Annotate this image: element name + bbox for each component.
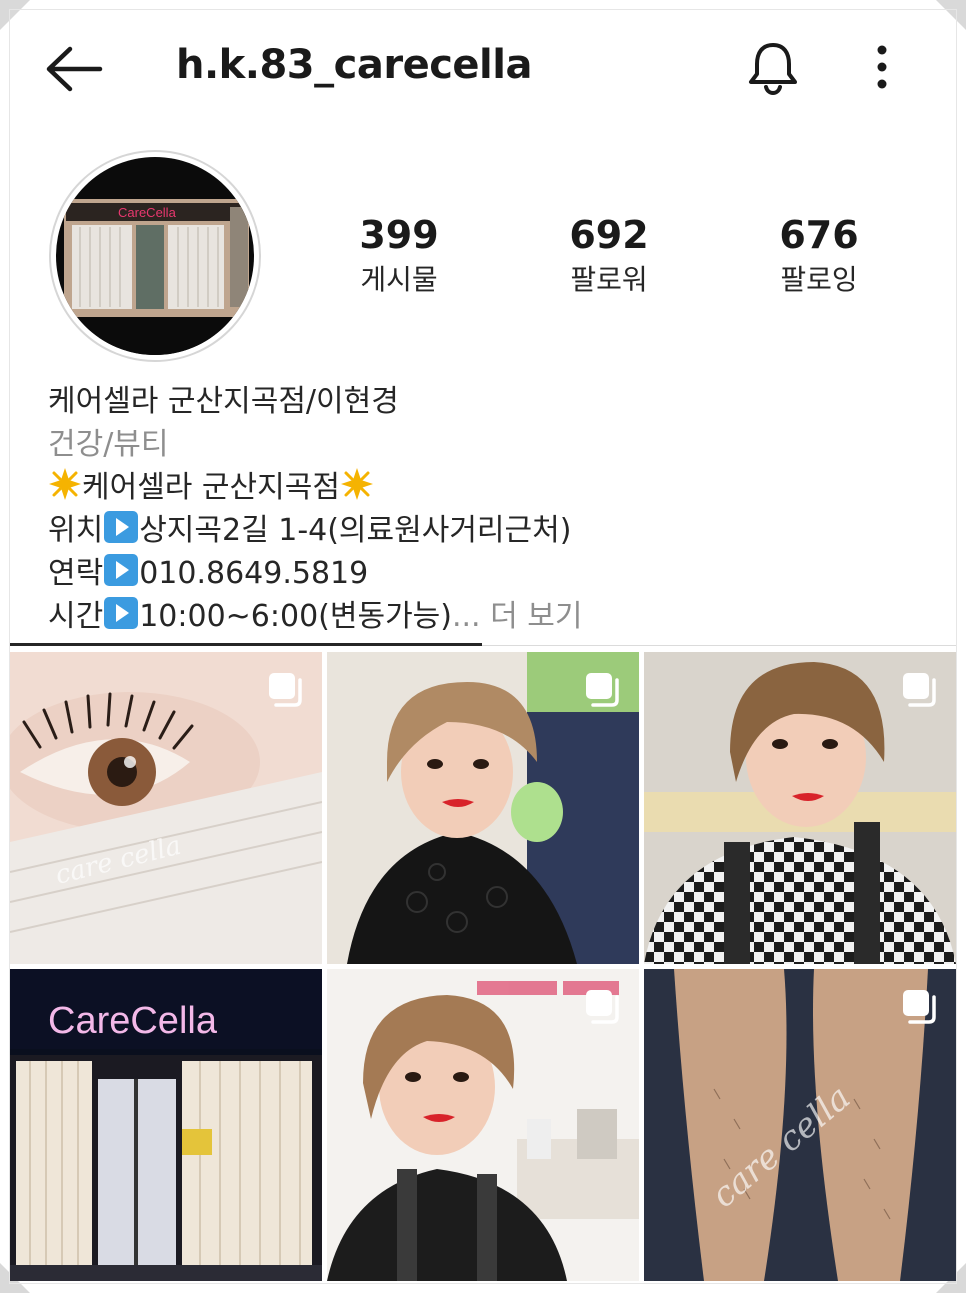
tab-grid-active-indicator[interactable] (10, 643, 482, 646)
following-count-label: 팔로잉 (780, 263, 858, 296)
followers-count-value: 692 (569, 213, 649, 257)
post-tile-legs[interactable]: care cella (644, 969, 956, 1281)
bio-line-shop: 케어셀라 군산지곡점 (48, 466, 928, 509)
followers-count[interactable]: 692 팔로워 (529, 212, 689, 300)
instagram-profile-screen: h.k.83_carecella CareCella 399 게시물 692 팔… (0, 0, 966, 1293)
bio-hours-value: 10:00~6:00(변동가능) (139, 599, 452, 634)
bio-line-location: 위치 상지곡2길 1-4(의료원사거리근처) (48, 509, 928, 552)
multiple-photos-icon (269, 673, 302, 707)
bell-icon (749, 43, 797, 96)
multiple-photos-icon (586, 673, 619, 707)
profile-header: h.k.83_carecella (10, 20, 956, 120)
sparkle-icon (49, 468, 81, 500)
post-tile-eyelash[interactable]: care cella (10, 652, 322, 964)
more-options-button[interactable] (862, 40, 902, 96)
posts-count-value: 399 (359, 213, 439, 257)
profile-name: 케어셀라 군산지곡점/이현경 (48, 384, 399, 419)
play-button-icon (104, 511, 139, 543)
play-button-icon (104, 554, 139, 586)
more-vertical-icon (877, 45, 887, 89)
following-count[interactable]: 676 팔로잉 (739, 212, 899, 300)
post-tile-storefront[interactable]: CareCella (10, 969, 322, 1281)
bio-line-contact: 연락 010.8649.5819 (48, 552, 928, 595)
arrow-left-icon (46, 46, 103, 92)
bio-shop-name: 케어셀라 군산지곡점 (82, 470, 340, 505)
avatar-sign-text: CareCella (118, 205, 177, 220)
posts-count-label: 게시물 (360, 263, 438, 296)
multiple-photos-icon (586, 990, 619, 1024)
storefront-sign-text: CareCella (48, 1000, 218, 1042)
bio-more-link[interactable]: 더 보기 (490, 599, 582, 634)
followers-count-label: 팔로워 (570, 263, 648, 296)
bio-line-hours: 시간 10:00~6:00(변동가능)... 더 보기 (48, 595, 928, 638)
bio-location-value: 상지곡2길 1-4(의료원사거리근처) (139, 513, 572, 548)
multiple-photos-icon (903, 990, 936, 1024)
bio-hours-label: 시간 (48, 599, 104, 634)
profile-bio: 케어셀라 군산지곡점/이현경 건강/뷰티 케어셀라 군산지곡점 위치 상지곡2길 … (48, 380, 928, 638)
bio-contact-label: 연락 (48, 556, 104, 591)
play-button-icon (104, 597, 139, 629)
post-tile-portrait-2[interactable] (644, 652, 956, 964)
post-image-storefront: CareCella (10, 969, 322, 1281)
following-count-value: 676 (779, 213, 859, 257)
back-button[interactable] (44, 46, 104, 92)
profile-category: 건강/뷰티 (48, 427, 169, 462)
post-grid: care cella CareCella care cella (10, 652, 956, 1282)
profile-username: h.k.83_carecella (176, 42, 532, 88)
bio-location-label: 위치 (48, 513, 104, 548)
bio-ellipsis: ... (451, 599, 481, 634)
post-tile-portrait-1[interactable] (327, 652, 639, 964)
multiple-photos-icon (903, 673, 936, 707)
notifications-button[interactable] (745, 40, 801, 96)
sparkle-icon (340, 468, 373, 500)
post-tile-portrait-3[interactable] (327, 969, 639, 1281)
profile-avatar[interactable]: CareCella (49, 150, 261, 362)
avatar-image: CareCella (56, 157, 254, 355)
bio-contact-value[interactable]: 010.8649.5819 (139, 556, 368, 591)
posts-count[interactable]: 399 게시물 (319, 212, 479, 300)
